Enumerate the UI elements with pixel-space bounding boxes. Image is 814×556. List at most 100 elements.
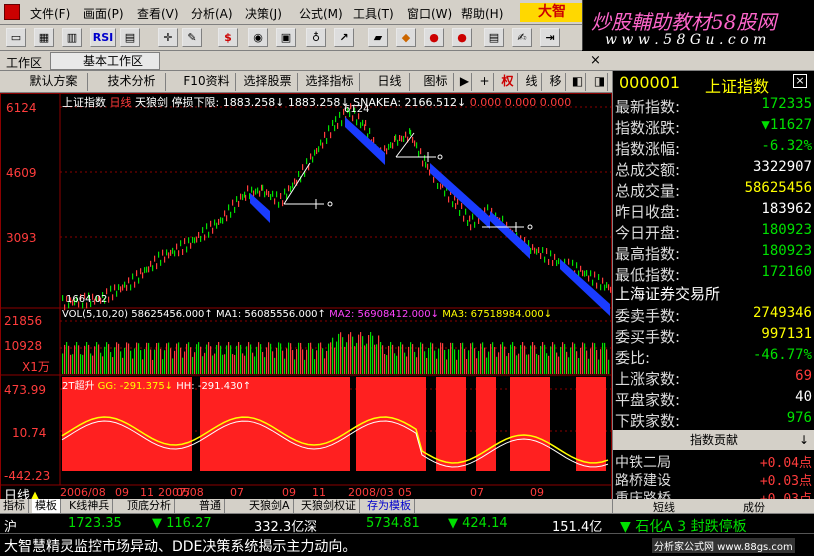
workspace-tab[interactable]: 基本工作区	[50, 52, 160, 70]
menu-decision[interactable]: 决策(J)	[245, 5, 282, 22]
candle	[472, 213, 474, 220]
gift-icon[interactable]: ▣	[276, 28, 296, 47]
menu-help[interactable]: 帮助(H)	[461, 5, 503, 22]
left-button[interactable]: ◧	[570, 73, 586, 91]
draw-icon[interactable]: ✎	[182, 28, 202, 47]
volume-bar	[326, 350, 328, 374]
chart-type-button[interactable]: 图标	[418, 73, 454, 91]
volume-bar	[222, 354, 224, 374]
volume-bar	[212, 355, 214, 374]
print-icon[interactable]: ▤	[484, 28, 504, 47]
hh-value: HH: -291.430↑	[176, 381, 252, 392]
volume-bar	[234, 354, 236, 374]
candle	[322, 142, 324, 149]
chevron-down-icon[interactable]: ↓	[799, 430, 809, 450]
contrib-row[interactable]: 路桥建设 +0.03点	[613, 469, 814, 489]
candle	[194, 237, 196, 244]
f10-button[interactable]: F10资料	[178, 73, 236, 91]
brand-tab[interactable]: 大智	[520, 3, 582, 22]
volume-bar	[64, 344, 66, 374]
candle	[452, 201, 454, 208]
diamond-icon[interactable]: ◆	[396, 28, 416, 47]
candle	[294, 178, 296, 185]
volume-bar	[494, 347, 496, 374]
volume-bar	[98, 344, 100, 374]
candle	[138, 277, 140, 284]
tab-normal[interactable]: 普通	[196, 499, 225, 513]
workspace-close-button[interactable]: ×	[590, 53, 601, 68]
menu-view[interactable]: 查看(V)	[137, 5, 179, 22]
volume-bar	[506, 356, 508, 374]
candle	[536, 248, 538, 255]
window-icon[interactable]: ▭	[6, 28, 26, 47]
right-button[interactable]: ◨	[592, 73, 608, 91]
tech-analysis-button[interactable]: 技术分析	[98, 73, 166, 91]
volume-bar	[166, 343, 168, 374]
volume-bar	[316, 350, 318, 374]
dollar-button[interactable]: $	[218, 28, 238, 47]
menu-file[interactable]: 文件(F)	[30, 5, 70, 22]
rsi-button[interactable]: RSI	[90, 28, 116, 47]
grid-icon[interactable]: ▤	[120, 28, 140, 47]
candle	[214, 219, 216, 226]
volume-bar	[414, 351, 416, 374]
tab-kline[interactable]: K线神兵	[66, 499, 114, 513]
candle	[116, 290, 118, 297]
volume-bar	[202, 356, 204, 374]
candle	[324, 131, 326, 138]
trend-icon[interactable]: ↗	[334, 28, 354, 47]
contrib-header[interactable]: 指数贡献 ↓	[613, 430, 814, 450]
move-button[interactable]: 移	[546, 73, 566, 91]
volume-bar	[286, 348, 288, 374]
candle	[124, 281, 126, 288]
volume-bar	[512, 342, 514, 374]
volume-bar	[126, 342, 128, 374]
volume-bar	[582, 342, 584, 374]
crosshair-icon[interactable]: ✛	[158, 28, 178, 47]
vol-tick: 21856	[4, 314, 43, 328]
menu-window[interactable]: 窗口(W)	[407, 5, 452, 22]
line-button[interactable]: 线	[522, 73, 542, 91]
menu-tools[interactable]: 工具(T)	[353, 5, 394, 22]
default-scheme-button[interactable]: 默认方案	[20, 73, 88, 91]
exit-icon[interactable]: ⇥	[540, 28, 560, 47]
volume-bar	[436, 358, 438, 374]
brand-banner: 炒股輔助教材58股网 w w w . 5 8 G u . c o m	[582, 0, 814, 50]
candle	[222, 217, 224, 224]
next-icon[interactable]: ▶	[458, 73, 472, 91]
edit-icon[interactable]: ✍	[512, 28, 532, 47]
menu-screen[interactable]: 画面(P)	[83, 5, 124, 22]
record-icon[interactable]: ●	[424, 28, 444, 47]
candle	[224, 210, 226, 217]
menu-formula[interactable]: 公式(M)	[299, 5, 343, 22]
tab-topbottom[interactable]: 顶底分析	[124, 499, 175, 513]
quote-label: 总成交量:	[615, 182, 681, 200]
tab-tianlang-a[interactable]: 天狼剑A	[246, 499, 294, 513]
volume-bar	[216, 344, 218, 374]
contrib-row[interactable]: 中铁二局 +0.04点	[613, 451, 814, 471]
car-icon[interactable]: ▰	[368, 28, 388, 47]
view-icon[interactable]: ◉	[248, 28, 268, 47]
volume-bar	[564, 344, 566, 374]
alarm-icon[interactable]: ●	[452, 28, 472, 47]
tab-indicator[interactable]: 指标	[0, 499, 29, 513]
select-stock-button[interactable]: 选择股票	[238, 73, 298, 91]
quote-row: 平盘家数: 40	[613, 388, 814, 409]
tab-template[interactable]: 模板	[32, 499, 61, 513]
binoculars-icon[interactable]: ♁	[306, 28, 326, 47]
candle	[200, 235, 202, 242]
tab-tianlang-warrant[interactable]: 天狼剑权证	[298, 499, 360, 513]
kline-chart[interactable]: 6124 4609 3093 上证指数 日线 天狼剑 停损下限: 1883.25…	[0, 93, 612, 513]
rights-button[interactable]: 权	[498, 73, 518, 91]
chart-icon[interactable]: ▦	[34, 28, 54, 47]
menu-analysis[interactable]: 分析(A)	[191, 5, 233, 22]
close-icon[interactable]: ×	[793, 74, 807, 88]
period-button[interactable]: 日线	[370, 73, 410, 91]
zoom-plus-button[interactable]: +	[476, 73, 494, 91]
select-indicator-button[interactable]: 选择指标	[300, 73, 360, 91]
kline-icon[interactable]: ▥	[62, 28, 82, 47]
volume-bar	[308, 343, 310, 374]
tab-save-template[interactable]: 存为模板	[364, 499, 415, 513]
contrib-title: 指数贡献	[689, 433, 738, 447]
volume-bar	[602, 342, 604, 374]
